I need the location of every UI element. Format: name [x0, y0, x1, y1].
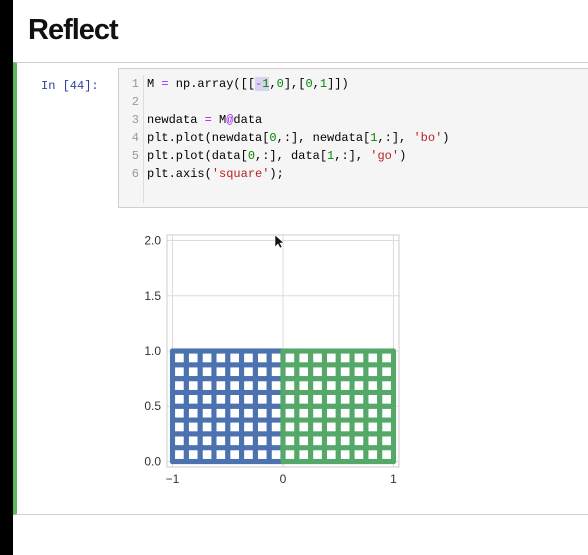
line-number: 3 [131, 113, 139, 127]
data-point [321, 348, 328, 354]
code-text: plt.plot(data[0,:], data[1,:], 'go') [147, 149, 407, 163]
line-number: 4 [131, 131, 139, 145]
code-line-6[interactable]: 6 plt.axis('square'); [119, 165, 284, 183]
data-point [197, 348, 203, 354]
notebook-page: Reflect In [44]: 1 M = np.array([[-1,0],[… [13, 0, 588, 555]
section-heading: Reflect [28, 14, 119, 46]
scatter-plot: −1 0 1 0.0 0.5 1.0 1.5 2.0 [144, 234, 400, 486]
x-tick-label: 0 [280, 472, 287, 486]
data-point [238, 348, 245, 354]
data-point [211, 348, 217, 354]
data-point [225, 348, 231, 354]
line-number: 2 [131, 95, 139, 109]
data-point [335, 348, 341, 354]
code-text: newdata = M@data [147, 113, 263, 127]
code-line-4[interactable]: 4 plt.plot(newdata[0,:], newdata[1,:], 'b… [119, 129, 450, 147]
y-tick-label: 0.5 [144, 399, 161, 413]
data-point [183, 348, 189, 354]
data-point [252, 348, 258, 354]
data-point [280, 348, 286, 354]
code-text: plt.plot(newdata[0,:], newdata[1,:], 'bo… [147, 131, 450, 145]
code-line-1[interactable]: 1 M = np.array([[-1,0],[0,1]]) [119, 75, 349, 93]
mouse-cursor-icon [275, 235, 285, 249]
data-point [266, 348, 272, 354]
code-line-5[interactable]: 5 plt.plot(data[0,:], data[1,:], 'go') [119, 147, 406, 165]
code-text: M = np.array([[-1,0],[0,1]]) [147, 77, 349, 91]
y-tick-label: 1.0 [144, 344, 161, 358]
code-line-2[interactable]: 2 [119, 93, 147, 111]
data-point [363, 348, 369, 354]
y-tick-label: 1.5 [144, 289, 161, 303]
code-editor[interactable]: 1 M = np.array([[-1,0],[0,1]]) 2 3 newdata… [118, 68, 588, 208]
data-point [349, 348, 355, 354]
data-point [169, 348, 176, 354]
x-tick-label: −1 [166, 472, 180, 486]
x-tick-label: 1 [390, 472, 397, 486]
data-point [377, 348, 383, 354]
data-point [390, 348, 397, 354]
code-line-3[interactable]: 3 newdata = M@data [119, 111, 262, 129]
code-text: plt.axis('square'); [147, 167, 284, 181]
y-tick-label: 0.0 [144, 454, 161, 468]
cell-prompt: In [44]: [41, 79, 99, 93]
code-cell[interactable]: In [44]: 1 M = np.array([[-1,0],[0,1]]) 2… [13, 62, 588, 515]
data-point [294, 348, 300, 354]
line-number: 6 [131, 167, 139, 181]
data-point [308, 348, 314, 354]
y-tick-label: 2.0 [144, 234, 161, 248]
line-number: 1 [131, 77, 139, 91]
line-number: 5 [131, 149, 139, 163]
